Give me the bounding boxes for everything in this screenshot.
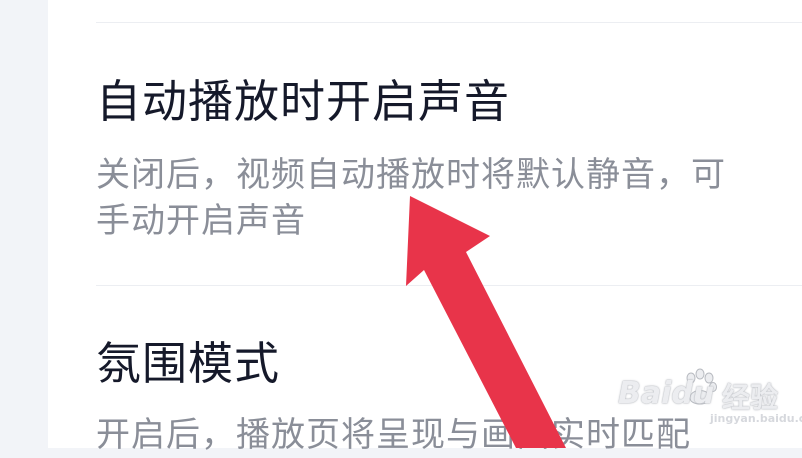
watermark-url: jingyan.baidu.com — [710, 412, 802, 425]
setting-description: 关闭后，视频自动播放时将默认静音，可手动开启声音 — [96, 155, 726, 241]
setting-title: 自动播放时开启声音 — [96, 75, 511, 128]
divider — [96, 22, 802, 23]
baidu-jingyan-watermark: Baidu 经验 jingyan.baidu.com — [590, 360, 802, 430]
setting-title: 氛围模式 — [96, 337, 281, 390]
divider — [96, 285, 802, 286]
watermark-product: 经验 — [722, 381, 779, 414]
watermark-brand: Baidu — [618, 376, 715, 411]
